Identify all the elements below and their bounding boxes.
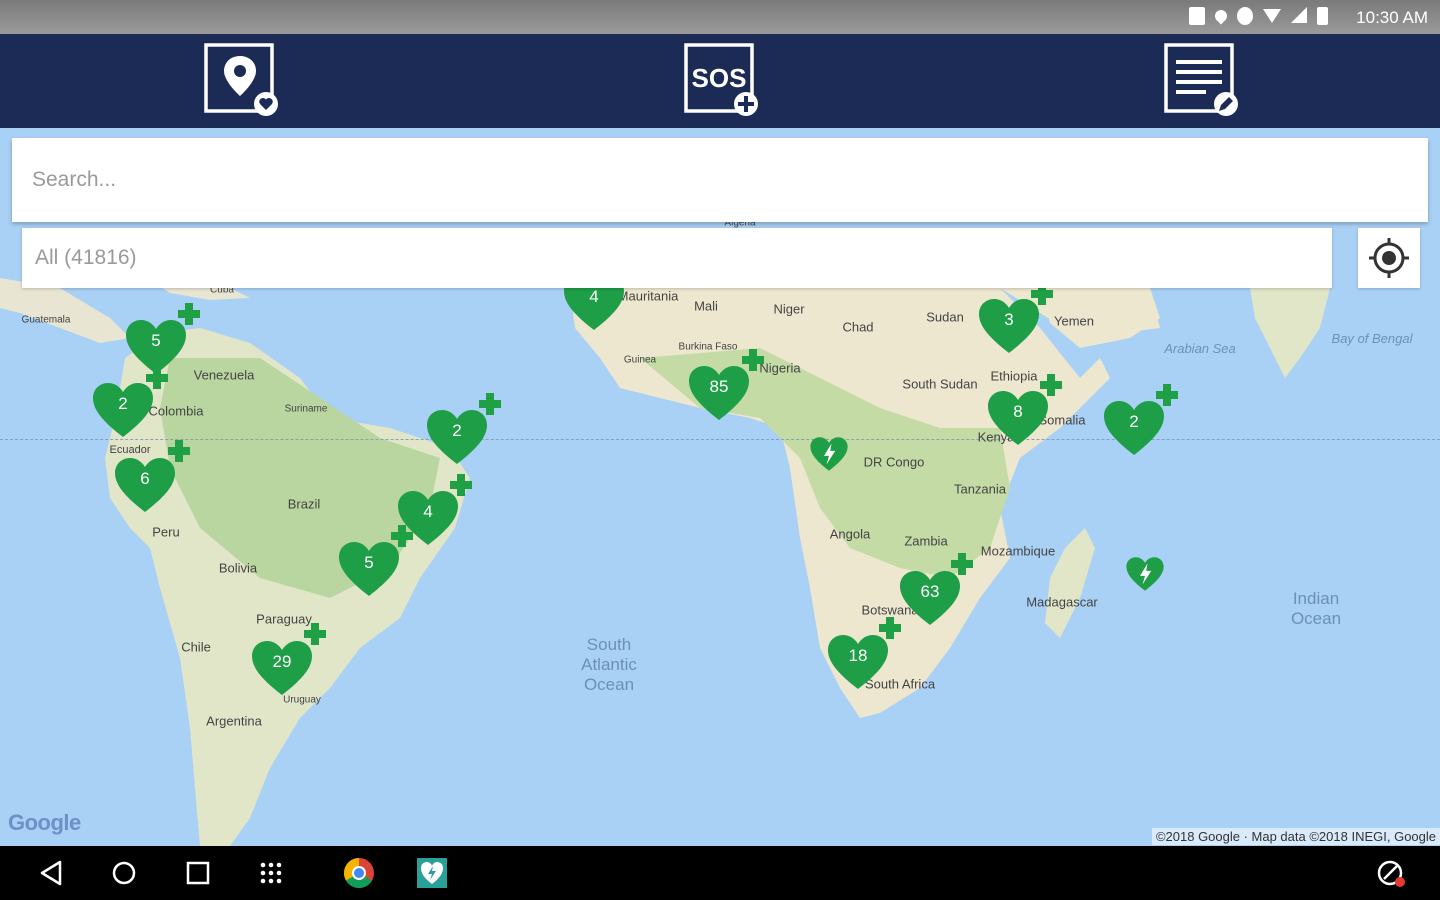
aed-cluster-marker[interactable]: 3 <box>977 297 1041 355</box>
vpn-status-button[interactable] <box>1372 854 1410 892</box>
plus-marker-icon[interactable] <box>168 440 190 462</box>
aed-app-icon <box>417 858 447 888</box>
map-label: Angola <box>829 526 871 542</box>
plus-marker-icon[interactable] <box>951 553 973 575</box>
map-label: Chile <box>181 639 211 655</box>
map-label: Mozambique <box>980 543 1056 559</box>
ocean-label: Arabian Sea <box>1164 341 1236 356</box>
category-filter-select[interactable]: All (41816) <box>22 228 1332 288</box>
chrome-app-button[interactable] <box>340 854 378 892</box>
map-label: Bolivia <box>218 560 258 576</box>
map-pin-heart-icon <box>204 43 278 116</box>
map-label: Tanzania <box>953 481 1007 497</box>
plus-marker-icon[interactable] <box>1040 374 1062 396</box>
battery-icon <box>1317 7 1328 25</box>
signal-icon <box>1291 7 1307 23</box>
map-label: Peru <box>152 524 180 540</box>
plus-marker-icon[interactable] <box>304 623 326 645</box>
sos-add-button[interactable]: SOS <box>682 42 760 120</box>
plus-marker-icon[interactable] <box>450 474 472 496</box>
plus-marker-icon[interactable] <box>479 393 501 415</box>
map-label: Zambia <box>904 533 948 549</box>
my-location-button[interactable] <box>1358 228 1420 288</box>
aed-single-marker[interactable] <box>1125 556 1165 592</box>
wifi-icon <box>1263 9 1281 23</box>
sos-plus-icon: SOS <box>684 43 758 116</box>
ocean-label: Bay of Bengal <box>1331 331 1413 346</box>
aed-cluster-marker[interactable]: 6 <box>113 456 177 514</box>
aed-cluster-marker[interactable]: 8 <box>986 389 1050 447</box>
plus-marker-icon[interactable] <box>742 349 764 371</box>
plus-marker-icon[interactable] <box>146 367 168 389</box>
aed-cluster-marker[interactable]: 2 <box>91 381 155 439</box>
aed-cluster-marker[interactable]: 85 <box>687 364 751 422</box>
home-icon <box>112 861 136 885</box>
map-label: Ethiopia <box>990 368 1038 384</box>
plus-marker-icon[interactable] <box>1156 384 1178 406</box>
equator-line <box>0 439 1440 440</box>
search-bar <box>12 138 1428 222</box>
plus-marker-icon[interactable] <box>391 525 413 547</box>
aed-cluster-marker[interactable]: 29 <box>250 639 314 697</box>
map-label: Burkina Faso <box>678 341 738 353</box>
sim-icon <box>1189 7 1205 25</box>
aed-cluster-marker[interactable]: 2 <box>1102 399 1166 457</box>
aed-cluster-marker[interactable]: 18 <box>826 633 890 691</box>
status-icons <box>1189 7 1328 25</box>
recents-button[interactable] <box>179 854 217 892</box>
map-label: Ecuador <box>109 444 151 456</box>
map-label: Madagascar <box>1026 594 1098 610</box>
favorites-map-button[interactable] <box>202 42 280 120</box>
map-label: Suriname <box>284 403 328 415</box>
google-logo: Google <box>8 810 81 835</box>
top-toolbar: SOS <box>0 34 1440 128</box>
location-icon <box>1212 7 1230 25</box>
map-label: Guatemala <box>21 314 71 326</box>
map-label: Chad <box>842 319 874 335</box>
map-label: Nigeria <box>759 360 801 376</box>
ocean-label: Indian Ocean <box>1290 589 1342 628</box>
aed-cluster-marker[interactable]: 63 <box>898 569 962 627</box>
map-label: Yemen <box>1054 313 1094 329</box>
edit-list-button[interactable] <box>1162 42 1240 120</box>
map-label: Guinea <box>623 354 657 366</box>
app-drawer-button[interactable] <box>252 854 290 892</box>
hotspot-icon <box>1237 7 1253 25</box>
map-copyright[interactable]: ©2018 Google · Map data ©2018 INEGI, Goo… <box>1151 828 1440 845</box>
recents-icon <box>186 861 210 885</box>
map-label: DR Congo <box>863 454 925 470</box>
map-label: Mauritania <box>617 288 679 304</box>
map-label: Brazil <box>287 496 321 512</box>
system-nav-bar <box>0 846 1440 900</box>
plus-marker-icon[interactable] <box>178 303 200 325</box>
crosshair-icon <box>1369 238 1409 278</box>
map-label: Argentina <box>206 713 262 729</box>
home-button[interactable] <box>105 854 143 892</box>
aed-single-marker[interactable] <box>809 436 849 472</box>
back-icon <box>40 860 62 886</box>
map-label: South Sudan <box>902 376 978 392</box>
app-drawer-icon <box>260 862 282 884</box>
list-edit-icon <box>1164 43 1238 116</box>
aed-cluster-marker[interactable]: 2 <box>425 408 489 466</box>
svg-text:SOS: SOS <box>692 63 747 93</box>
chrome-app-icon <box>343 858 374 889</box>
map-label: Niger <box>773 301 805 317</box>
vpn-icon <box>1377 860 1405 887</box>
aed-app-button[interactable] <box>413 854 451 892</box>
map-label: Colombia <box>148 403 204 419</box>
heart-bolt-icon <box>1126 557 1164 591</box>
ocean-label: South Atlantic Ocean <box>581 635 637 694</box>
map-label: Venezuela <box>193 367 255 383</box>
filter-selected-value: All (41816) <box>35 246 137 269</box>
aed-cluster-marker[interactable]: 5 <box>337 540 401 598</box>
search-input[interactable] <box>12 138 1402 222</box>
plus-marker-icon[interactable] <box>879 617 901 639</box>
map-label: Sudan <box>926 309 964 325</box>
map-label: Mali <box>694 298 718 314</box>
back-button[interactable] <box>32 854 70 892</box>
heart-bolt-icon <box>810 437 848 471</box>
status-bar: 10:30 AM <box>0 0 1440 34</box>
status-time: 10:30 AM <box>1356 8 1428 27</box>
